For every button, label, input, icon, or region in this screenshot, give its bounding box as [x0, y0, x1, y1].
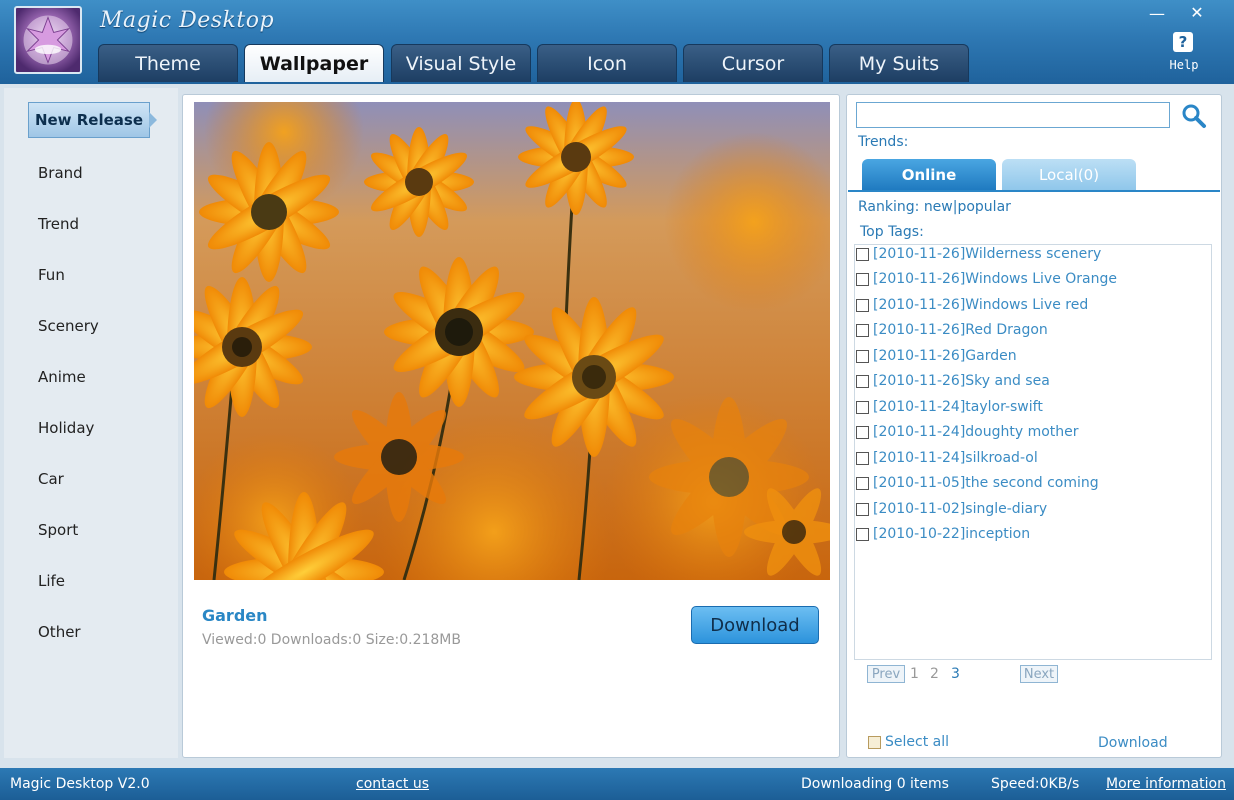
- tag-checkbox[interactable]: [856, 400, 869, 414]
- tab-my-suits[interactable]: My Suits: [829, 44, 969, 82]
- tag-checkbox[interactable]: [856, 451, 869, 465]
- tag-checkbox[interactable]: [856, 476, 869, 490]
- sidebar-item-sport[interactable]: Sport: [38, 521, 78, 539]
- tag-checkbox[interactable]: [856, 527, 869, 541]
- list-item: [2010-11-26]Red Dragon: [856, 319, 1048, 341]
- tag-link[interactable]: [2010-11-24]doughty mother: [873, 424, 1079, 440]
- sidebar-item-brand[interactable]: Brand: [38, 164, 83, 182]
- download-selected-link[interactable]: Download: [1098, 735, 1168, 751]
- select-all-checkbox[interactable]: [868, 735, 881, 749]
- app-title: Magic Desktop: [100, 8, 275, 33]
- page-link-2[interactable]: 2: [930, 666, 939, 682]
- ranking-popular-link[interactable]: popular: [957, 199, 1010, 215]
- wallpaper-preview-image[interactable]: [194, 102, 830, 580]
- tag-link[interactable]: [2010-11-24]taylor-swift: [873, 399, 1043, 415]
- minimize-button[interactable]: —: [1144, 4, 1170, 23]
- tag-link[interactable]: [2010-11-26]Windows Live red: [873, 297, 1088, 313]
- tab-icon[interactable]: Icon: [537, 44, 677, 82]
- close-button[interactable]: ✕: [1184, 2, 1210, 22]
- list-item: [2010-11-26]Windows Live red: [856, 294, 1088, 316]
- tag-checkbox[interactable]: [856, 502, 869, 516]
- sidebar-item-car[interactable]: Car: [38, 470, 64, 488]
- tab-visual-style[interactable]: Visual Style: [391, 44, 531, 82]
- tag-checkbox[interactable]: [856, 247, 869, 261]
- tab-online[interactable]: Online: [862, 159, 996, 191]
- selected-arrow-icon: [149, 112, 157, 128]
- page-link-3[interactable]: 3: [951, 666, 960, 682]
- sidebar-item-fun[interactable]: Fun: [38, 266, 65, 284]
- tag-link[interactable]: [2010-11-24]silkroad-ol: [873, 450, 1038, 466]
- search-input[interactable]: [856, 102, 1170, 128]
- tab-wallpaper[interactable]: Wallpaper: [244, 44, 384, 82]
- speed-status: Speed:0KB/s: [991, 776, 1080, 792]
- wallpaper-title: Garden: [202, 606, 268, 625]
- list-item: [2010-11-26]Windows Live Orange: [856, 268, 1117, 290]
- wallpaper-stats: Viewed:0 Downloads:0 Size:0.218MB: [202, 632, 461, 648]
- select-all-control[interactable]: Select all: [868, 734, 949, 750]
- list-item: [2010-11-24]taylor-swift: [856, 396, 1043, 418]
- help-label: Help: [1169, 58, 1199, 72]
- sidebar-item-holiday[interactable]: Holiday: [38, 419, 94, 437]
- tag-checkbox[interactable]: [856, 272, 869, 286]
- sidebar-item-scenery[interactable]: Scenery: [38, 317, 99, 335]
- tab-cursor[interactable]: Cursor: [683, 44, 823, 82]
- select-all-label[interactable]: Select all: [885, 734, 949, 750]
- sidebar-item-other[interactable]: Other: [38, 623, 81, 641]
- tag-link[interactable]: [2010-11-26]Garden: [873, 348, 1017, 364]
- tag-link[interactable]: [2010-10-22]inception: [873, 526, 1030, 542]
- sidebar-item-new-release[interactable]: New Release: [28, 102, 150, 138]
- tag-link[interactable]: [2010-11-26]Windows Live Orange: [873, 271, 1117, 287]
- list-item: [2010-11-24]silkroad-ol: [856, 447, 1038, 469]
- help-button[interactable]: ? Help: [1162, 30, 1206, 76]
- ranking-row: Ranking: new|popular: [858, 199, 1011, 215]
- tag-checkbox[interactable]: [856, 425, 869, 439]
- sidebar-item-life[interactable]: Life: [38, 572, 65, 590]
- tag-checkbox[interactable]: [856, 298, 869, 312]
- help-icon: ?: [1173, 32, 1193, 52]
- tag-checkbox[interactable]: [856, 374, 869, 388]
- trends-label: Trends:: [858, 134, 909, 150]
- ranking-new-link[interactable]: new: [924, 199, 953, 215]
- tag-checkbox[interactable]: [856, 323, 869, 337]
- tag-link[interactable]: [2010-11-26]Wilderness scenery: [873, 246, 1101, 262]
- sidebar-item-anime[interactable]: Anime: [38, 368, 86, 386]
- list-item: [2010-11-26]Garden: [856, 345, 1017, 367]
- tag-link[interactable]: [2010-11-26]Sky and sea: [873, 373, 1050, 389]
- list-item: [2010-11-05]the second coming: [856, 472, 1099, 494]
- more-information-link[interactable]: More information: [1106, 776, 1226, 792]
- sidebar-item-trend[interactable]: Trend: [38, 215, 79, 233]
- tab-theme[interactable]: Theme: [98, 44, 238, 82]
- tag-link[interactable]: [2010-11-26]Red Dragon: [873, 322, 1048, 338]
- app-logo: [14, 6, 82, 74]
- tag-link[interactable]: [2010-11-05]the second coming: [873, 475, 1099, 491]
- page-link-1[interactable]: 1: [910, 666, 919, 682]
- prev-page-button[interactable]: Prev: [867, 665, 905, 683]
- tag-checkbox[interactable]: [856, 349, 869, 363]
- list-item: [2010-11-24]doughty mother: [856, 421, 1079, 443]
- list-item: [2010-11-02]single-diary: [856, 498, 1047, 520]
- ranking-label: Ranking:: [858, 199, 920, 215]
- next-page-button[interactable]: Next: [1020, 665, 1058, 683]
- search-icon[interactable]: [1180, 102, 1208, 130]
- list-item: [2010-10-22]inception: [856, 523, 1030, 545]
- list-item: [2010-11-26]Sky and sea: [856, 370, 1050, 392]
- version-label: Magic Desktop V2.0: [10, 776, 150, 792]
- top-tags-label: Top Tags:: [860, 224, 924, 240]
- tab-local[interactable]: Local(0): [1002, 159, 1136, 191]
- contact-link[interactable]: contact us: [356, 776, 429, 792]
- list-item: [2010-11-26]Wilderness scenery: [856, 243, 1101, 265]
- downloading-status: Downloading 0 items: [801, 776, 949, 792]
- download-button[interactable]: Download: [691, 606, 819, 644]
- tag-link[interactable]: [2010-11-02]single-diary: [873, 501, 1047, 517]
- tab-underline: [848, 190, 1220, 192]
